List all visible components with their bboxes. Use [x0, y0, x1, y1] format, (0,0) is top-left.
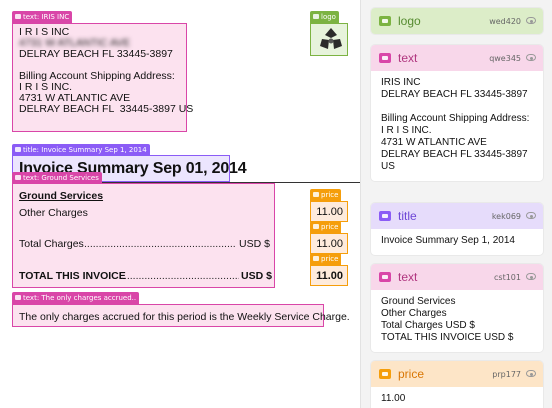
visibility-eye-icon[interactable]: [526, 273, 536, 280]
dot-leader: ........................................…: [84, 238, 236, 250]
price-tag-icon: [313, 256, 319, 261]
annotation-card-text[interactable]: text cst101 Ground Services Other Charge…: [371, 264, 543, 352]
price-tag-icon: [313, 224, 319, 229]
annotation-card-text[interactable]: text qwe345 IRIS INC DELRAY BEACH FL 334…: [371, 45, 543, 181]
annotation-tag-price[interactable]: price: [310, 253, 342, 265]
price-value: 11.00: [316, 238, 343, 250]
total-charges-unit: USD $: [239, 238, 270, 250]
visibility-eye-icon[interactable]: [526, 54, 536, 61]
price-tag-icon: [313, 192, 319, 197]
visibility-eye-icon[interactable]: [526, 370, 536, 377]
annotation-panel: logo wed420 text qwe345 IRIS INC DELRAY …: [360, 0, 552, 408]
annotation-tag-price[interactable]: price: [310, 189, 342, 201]
card-header[interactable]: text cst101: [371, 264, 543, 290]
total-invoice-unit: USD $: [241, 270, 272, 282]
annotation-tag-note[interactable]: text: The only charges accrued..: [12, 292, 140, 304]
card-body: 11.00: [381, 393, 406, 404]
total-charges-label: Total Charges: [19, 238, 84, 250]
price-type-icon: [379, 369, 391, 379]
redacted-line: 4731 W ATLANTIC AVE: [19, 37, 131, 49]
card-header[interactable]: title kek069: [371, 203, 543, 229]
text-icon: [15, 295, 21, 300]
address-text: I R I S INC 4731 W ATLANTIC AVE DELRAY BEA…: [19, 26, 194, 115]
text-type-icon: [379, 272, 391, 282]
total-invoice-label: TOTAL THIS INVOICE: [19, 270, 126, 282]
annotation-tag-price[interactable]: price: [310, 221, 342, 233]
card-id: cst101: [494, 272, 521, 282]
logo-tag-icon: [313, 14, 319, 19]
other-charges-label: Other Charges: [19, 207, 88, 219]
charges-note: The only charges accrued for this period…: [19, 311, 350, 323]
title-tag-icon: [15, 147, 21, 152]
text-icon: [15, 14, 21, 19]
card-type-label: title: [398, 209, 417, 223]
price-value: 11.00: [316, 270, 343, 282]
card-type-label: logo: [398, 14, 421, 28]
card-header[interactable]: logo wed420: [371, 8, 543, 34]
text-icon: [15, 175, 21, 180]
title-type-icon: [379, 211, 391, 221]
card-id: wed420: [489, 16, 521, 26]
annotation-tag-address[interactable]: text: IRIS INC: [12, 11, 73, 23]
annotation-tag-charges[interactable]: text: Ground Services: [12, 172, 102, 184]
logo-type-icon: [379, 16, 391, 26]
card-id: prp177: [492, 369, 521, 379]
document-canvas: text: IRIS INC I R I S INC 4731 W ATLANTI…: [0, 0, 360, 408]
visibility-eye-icon[interactable]: [526, 17, 536, 24]
annotation-card-price[interactable]: price prp177 11.00: [371, 361, 543, 408]
company-logo-icon: [320, 28, 342, 49]
annotation-card-logo[interactable]: logo wed420: [371, 8, 543, 34]
card-body: IRIS INC DELRAY BEACH FL 33445-3897 Bill…: [381, 77, 530, 172]
annotation-card-title[interactable]: title kek069 Invoice Summary Sep 1, 2014: [371, 203, 543, 255]
card-id: qwe345: [489, 53, 521, 63]
annotation-tag-title[interactable]: title: Invoice Summary Sep 1, 2014: [12, 144, 150, 156]
ground-services-heading: Ground Services: [19, 190, 104, 202]
card-body: Invoice Summary Sep 1, 2014: [381, 235, 515, 246]
card-type-label: text: [398, 51, 418, 65]
card-body: Ground Services Other Charges Total Char…: [381, 296, 514, 343]
visibility-eye-icon[interactable]: [526, 212, 536, 219]
card-header[interactable]: price prp177: [371, 361, 543, 387]
card-type-label: text: [398, 270, 418, 284]
card-id: kek069: [491, 211, 521, 221]
card-type-label: price: [398, 367, 425, 381]
card-header[interactable]: text qwe345: [371, 45, 543, 71]
text-type-icon: [379, 53, 391, 63]
price-value: 11.00: [316, 206, 343, 218]
dot-leader: ........................................…: [121, 270, 239, 282]
annotation-tag-logo[interactable]: logo: [310, 11, 339, 23]
